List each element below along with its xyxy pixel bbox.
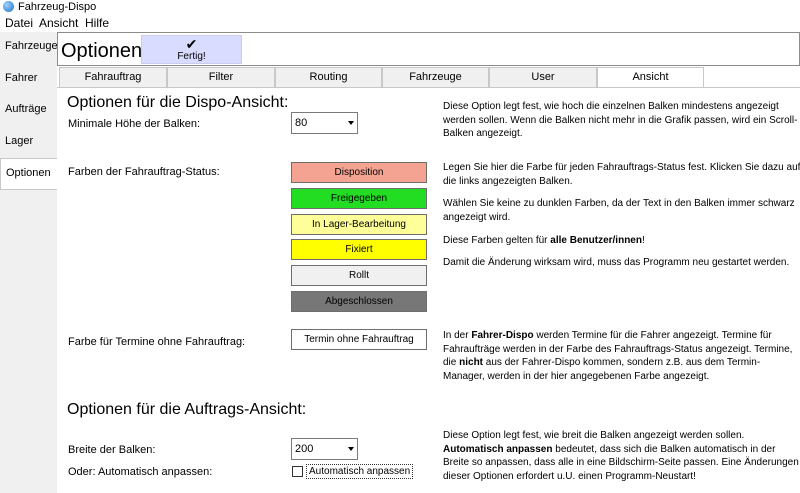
menu-datei[interactable]: Datei [5,16,33,30]
menu-hilfe[interactable]: Hilfe [85,16,109,30]
title-bar: Fahrzeug-Dispo [0,0,800,15]
sidebar-item-lager[interactable]: Lager [0,127,57,159]
menu-bar: Datei Ansicht Hilfe [0,15,800,32]
min-height-label: Minimale Höhe der Balken: [68,118,201,130]
sidebar-item-auftraege[interactable]: Aufträge [0,95,57,127]
min-height-value: 80 [295,117,308,129]
tab-filter[interactable]: Filter [167,67,275,87]
done-button-label: Fertig! [177,51,206,62]
all-users-emphasis: alle Benutzer/innen [550,235,642,246]
page-title: Optionen: [61,40,148,62]
tab-ansicht[interactable]: Ansicht [597,67,704,88]
app-icon [3,1,14,12]
status-lager-button[interactable]: In Lager-Bearbeitung [291,214,427,235]
min-height-combo[interactable]: 80 [291,112,358,134]
auftrag-section-title: Optionen für die Auftrags-Ansicht: [67,401,307,418]
status-abgeschlossen-button[interactable]: Abgeschlossen [291,291,427,312]
sidebar: Fahrzeuge Fahrer Aufträge Lager Optionen [0,32,58,493]
tab-routing[interactable]: Routing [275,67,382,87]
auto-fit-checkbox-label[interactable]: Automatisch anpassen [306,464,414,479]
status-colors-description-3: Diese Farben gelten für alle Benutzer/in… [443,235,645,246]
status-freigegeben-button[interactable]: Freigegeben [291,188,427,209]
status-rollt-button[interactable]: Rollt [291,265,427,286]
tab-user[interactable]: User [489,67,597,87]
auto-fit-checkbox[interactable] [292,466,303,477]
status-colors-description-2: Wählen Sie keine zu dunklen Farben, da d… [443,198,795,223]
termine-description: In der Fahrer-Dispo werden Termine für d… [443,330,793,382]
bar-width-value: 200 [295,443,314,455]
status-disposition-button[interactable]: Disposition [291,162,427,183]
tab-bar: Fahrauftrag Filter Routing Fahrzeuge Use… [59,67,800,88]
bar-width-label: Breite der Balken: [68,444,156,456]
termine-color-button[interactable]: Termin ohne Fahrauftrag [291,329,427,350]
bar-width-combo[interactable]: 200 [291,438,358,460]
done-button[interactable]: ✔ Fertig! [141,35,242,64]
menu-ansicht[interactable]: Ansicht [39,16,78,30]
checkmark-icon: ✔ [185,36,198,52]
sidebar-item-fahrer[interactable]: Fahrer [0,64,57,96]
chevron-down-icon [348,121,354,125]
termine-color-label: Farbe für Termine ohne Fahrauftrag: [68,336,246,348]
auftrag-description: Diese Option legt fest, wie breit die Ba… [443,430,799,482]
window-title: Fahrzeug-Dispo [18,1,97,13]
min-height-description: Diese Option legt fest, wie hoch die ein… [443,101,798,139]
tab-fahrzeuge[interactable]: Fahrzeuge [382,67,489,87]
main-panel: Optionen: ✔ Fertig! Fahrauftrag Filter R… [57,32,800,493]
chevron-down-icon [348,447,354,451]
status-colors-description-1: Legen Sie hier die Farbe für jeden Fahra… [443,162,800,187]
tab-fahrauftrag[interactable]: Fahrauftrag [59,67,167,87]
sidebar-item-fahrzeuge[interactable]: Fahrzeuge [0,32,58,64]
ansicht-content: Optionen für die Dispo-Ansicht: Minimale… [57,87,800,493]
options-header: Optionen: ✔ Fertig! [57,32,800,66]
status-fixiert-button[interactable]: Fixiert [291,239,427,260]
auto-fit-label: Oder: Automatisch anpassen: [68,466,213,478]
status-colors-description-4: Damit die Änderung wirksam wird, muss da… [443,257,790,268]
dispo-section-title: Optionen für die Dispo-Ansicht: [67,94,289,111]
status-colors-label: Farben der Fahrauftrag-Status: [68,166,220,178]
sidebar-item-optionen[interactable]: Optionen [0,158,57,190]
